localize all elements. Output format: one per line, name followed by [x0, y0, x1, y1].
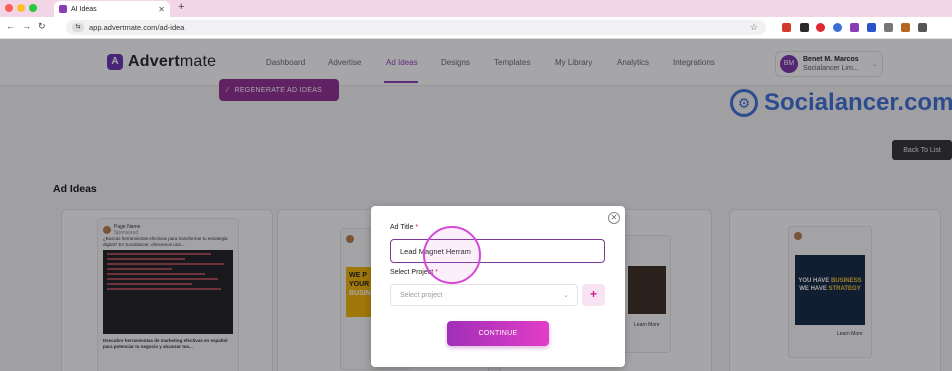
extension-icon[interactable]: [901, 23, 910, 32]
project-select[interactable]: Select project ⌄: [390, 284, 578, 306]
create-ad-modal: ✕ Ad Title * Lead Magnet Herram Select P…: [371, 206, 625, 367]
back-arrow-icon[interactable]: ←: [6, 21, 15, 31]
maximize-window-button[interactable]: [29, 4, 37, 12]
close-window-button[interactable]: [5, 4, 13, 12]
url-text: app.advertmate.com/ad-idea: [89, 23, 185, 32]
address-bar[interactable]: ⇆ app.advertmate.com/ad-idea ☆: [66, 20, 766, 35]
project-select-placeholder: Select project: [400, 291, 443, 299]
site-settings-icon[interactable]: ⇆: [72, 23, 84, 32]
minimize-window-button[interactable]: [17, 4, 25, 12]
browser-tab[interactable]: AI Ideas ✕: [54, 1, 170, 17]
tab-title: AI Ideas: [71, 5, 97, 13]
ad-title-label: Ad Title *: [390, 224, 418, 231]
browser-tab-bar: AI Ideas ✕ +: [0, 0, 952, 17]
extension-icon[interactable]: [782, 23, 791, 32]
tab-close-icon[interactable]: ✕: [158, 5, 165, 14]
add-project-button[interactable]: +: [582, 284, 605, 306]
extension-icon[interactable]: [850, 23, 859, 32]
chevron-down-icon: ⌄: [563, 292, 569, 299]
extension-icon[interactable]: [816, 23, 825, 32]
window-controls: [5, 4, 37, 12]
bookmark-star-icon[interactable]: ☆: [750, 22, 758, 33]
forward-arrow-icon[interactable]: →: [22, 21, 31, 31]
favicon-icon: [59, 5, 67, 13]
camera-icon[interactable]: [884, 23, 893, 32]
new-tab-icon[interactable]: +: [178, 1, 184, 13]
required-asterisk: *: [415, 224, 419, 231]
puzzle-icon[interactable]: [918, 23, 927, 32]
extension-icon[interactable]: [867, 23, 876, 32]
reload-icon[interactable]: ↻: [38, 21, 46, 32]
close-icon[interactable]: ✕: [608, 212, 620, 224]
extension-icon[interactable]: [833, 23, 842, 32]
click-highlight: [423, 226, 481, 284]
browser-toolbar: ← → ↻ ⇆ app.advertmate.com/ad-idea ☆: [0, 17, 952, 39]
continue-button[interactable]: CONTINUE: [447, 321, 549, 346]
extension-icon[interactable]: [800, 23, 809, 32]
ad-title-label-text: Ad Title: [390, 224, 414, 231]
